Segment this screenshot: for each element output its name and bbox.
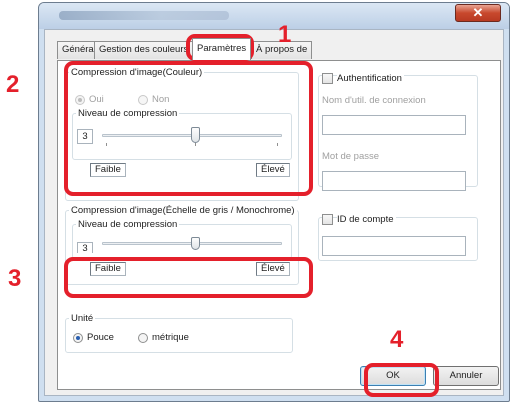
account-id-label: ID de compte [337, 214, 396, 225]
color-high-label: Élevé [256, 163, 290, 177]
close-button[interactable]: ✕ [455, 4, 501, 22]
radio-pouce-label: Pouce [87, 332, 114, 343]
gray-level-thumb[interactable] [191, 237, 200, 250]
parameters-panel: Compression d'image(Couleur) Oui Non Niv… [57, 60, 501, 390]
tick [106, 143, 107, 146]
color-level-legend: Niveau de compression [78, 108, 178, 119]
cancel-button[interactable]: Annuler [433, 366, 499, 386]
gray-compression-legend: Compression d'image(Échelle de gris / Mo… [71, 205, 295, 216]
gray-low-label: Faible [90, 262, 126, 276]
color-level-value[interactable]: 3 [77, 129, 93, 144]
tab-parameters[interactable]: Paramètres [192, 38, 252, 60]
account-id-input[interactable] [322, 236, 466, 256]
account-id-checkbox[interactable] [322, 214, 333, 225]
dialog-body: Général Gestion des couleurs Paramètres … [44, 29, 504, 396]
tab-color-management[interactable]: Gestion des couleurs [94, 41, 194, 59]
window-title-blurred [59, 11, 229, 20]
settings-window: ✕ Général Gestion des couleurs Paramètre… [38, 2, 510, 402]
radio-non-label: Non [152, 94, 170, 105]
gray-level-legend: Niveau de compression [78, 219, 178, 230]
radio-pouce[interactable] [73, 333, 83, 343]
password-input[interactable] [322, 171, 466, 191]
gray-level-value[interactable]: 3 [77, 242, 93, 254]
title-bar[interactable]: ✕ [39, 3, 509, 29]
callout-1: 1 [278, 21, 292, 48]
tick [195, 143, 196, 146]
unit-legend: Unité [71, 313, 94, 324]
radio-metrique[interactable] [138, 333, 148, 343]
radio-oui[interactable] [75, 95, 85, 105]
auth-checkbox-label: Authentification [337, 73, 404, 84]
radio-non[interactable] [138, 95, 148, 105]
color-low-label: Faible [90, 163, 126, 177]
callout-2: 2 [6, 71, 20, 98]
callout-4: 4 [390, 326, 404, 353]
password-label: Mot de passe [322, 151, 380, 162]
radio-metrique-label: métrique [152, 332, 189, 343]
username-label: Nom d'util. de connexion [322, 95, 426, 106]
auth-checkbox[interactable] [322, 73, 333, 84]
tick [277, 143, 278, 146]
gray-high-label: Élevé [256, 262, 290, 276]
color-compression-legend: Compression d'image(Couleur) [71, 67, 203, 78]
gray-level-group: Niveau de compression [72, 219, 292, 259]
username-input[interactable] [322, 115, 466, 135]
radio-oui-label: Oui [89, 94, 104, 105]
callout-3: 3 [8, 265, 22, 292]
ok-button[interactable]: OK [360, 366, 426, 386]
color-level-thumb[interactable] [191, 127, 200, 143]
